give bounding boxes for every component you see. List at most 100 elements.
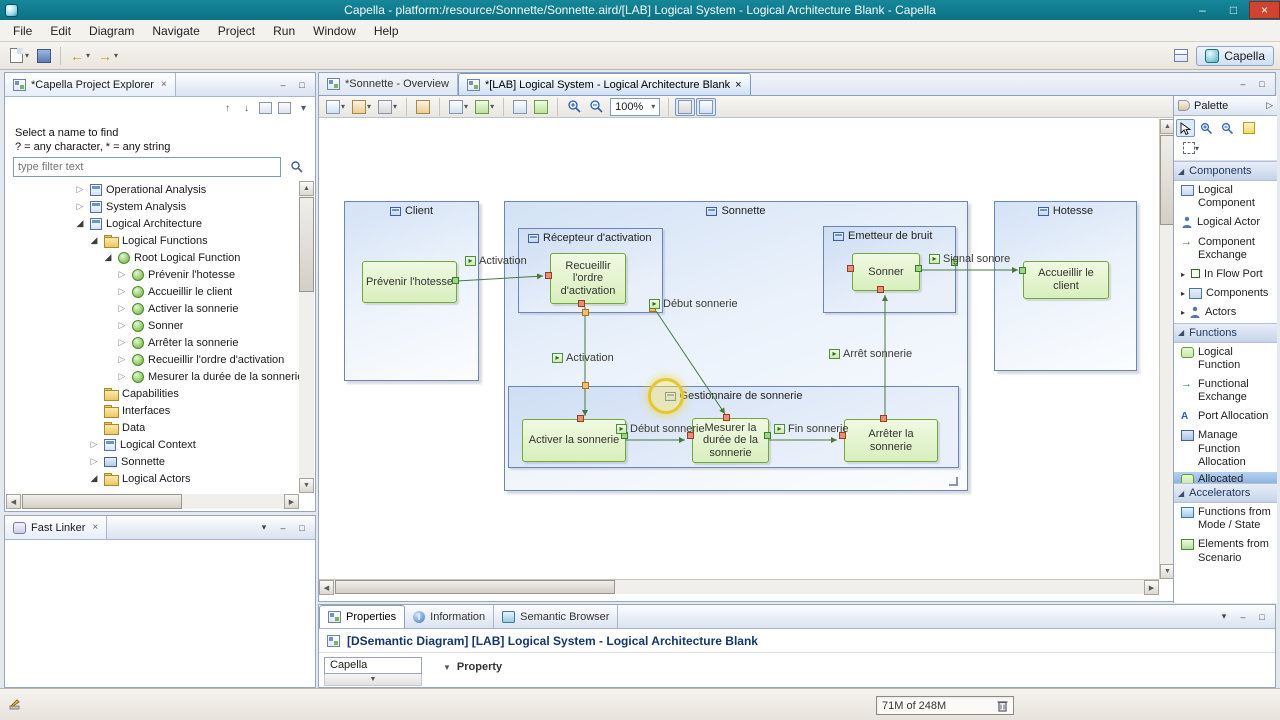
component-port[interactable] — [582, 309, 589, 316]
input-port[interactable] — [577, 415, 584, 422]
palette-tool-port-allocation[interactable]: A Port Allocation — [1174, 407, 1277, 426]
capella-perspective-button[interactable]: Capella — [1196, 46, 1274, 66]
dropdown-caret-icon[interactable]: ▾ — [86, 51, 90, 60]
snap-to-grid-button[interactable] — [696, 98, 716, 116]
input-port[interactable] — [880, 415, 887, 422]
menu-file[interactable]: File — [4, 21, 41, 41]
save-button[interactable] — [33, 45, 55, 67]
view-menu-button[interactable]: ▾ — [1216, 610, 1232, 624]
edge-label-debut-sonnerie-1[interactable]: Début sonnerie — [649, 298, 738, 310]
expand-icon[interactable]: ▷ — [116, 371, 128, 382]
collapse-icon[interactable]: ◢ — [102, 252, 114, 263]
tree-item-system-analysis[interactable]: ▷System Analysis — [6, 198, 299, 215]
search-button[interactable] — [285, 157, 309, 177]
dropdown-caret-icon[interactable]: ▾ — [464, 102, 468, 111]
open-perspective-button[interactable] — [1170, 45, 1192, 67]
dropdown-caret-icon[interactable]: ▾ — [341, 102, 345, 111]
palette-tool-actors-stack[interactable]: ▸ Actors — [1174, 303, 1277, 322]
previous-match-button[interactable]: ↑ — [220, 101, 235, 115]
menu-window[interactable]: Window — [304, 21, 365, 41]
tree-item-prevenir-hotesse[interactable]: ▷Prévenir l'hotesse — [6, 266, 299, 283]
edge-activation-1[interactable] — [457, 276, 543, 281]
stack-arrow-icon[interactable]: ▸ — [1181, 289, 1185, 299]
tree-item-capabilities[interactable]: Capabilities — [6, 385, 299, 402]
tree-horizontal-scrollbar[interactable]: ◀ ▶ — [6, 494, 299, 509]
edge-label-activation-1[interactable]: Activation — [465, 255, 527, 267]
input-port[interactable] — [847, 265, 854, 272]
scroll-down-button[interactable]: ▼ — [299, 478, 314, 493]
scrollbar-thumb[interactable] — [1160, 135, 1174, 225]
fast-linker-tab[interactable]: Fast Linker × — [5, 516, 107, 539]
output-port[interactable] — [764, 432, 771, 439]
palette-zoom-in-tool[interactable] — [1197, 119, 1216, 137]
output-port[interactable] — [452, 277, 459, 284]
close-window-button[interactable]: × — [1249, 1, 1280, 19]
expand-icon[interactable]: ▷ — [74, 201, 86, 212]
menu-diagram[interactable]: Diagram — [80, 21, 143, 41]
palette-section-components[interactable]: ◢ Components — [1174, 161, 1277, 181]
expand-icon[interactable]: ▷ — [88, 439, 100, 450]
input-port[interactable] — [877, 286, 884, 293]
scroll-right-button[interactable]: ▶ — [284, 494, 299, 509]
view-menu-button[interactable]: ▾ — [296, 101, 311, 115]
expand-icon[interactable]: ▷ — [88, 456, 100, 467]
component-port[interactable] — [582, 382, 589, 389]
tree-item-interfaces[interactable]: Interfaces — [6, 402, 299, 419]
back-navigation-button[interactable]: ← ▾ — [66, 45, 94, 67]
minimize-view-button[interactable]: – — [275, 521, 291, 535]
zoom-in-button[interactable] — [564, 97, 585, 116]
palette-zoom-out-tool[interactable] — [1218, 119, 1237, 137]
pin-elements-button[interactable] — [413, 98, 433, 116]
close-view-icon[interactable]: × — [92, 522, 98, 533]
tree-item-activer-sonnerie[interactable]: ▷Activer la sonnerie — [6, 300, 299, 317]
expand-icon[interactable]: ▷ — [74, 184, 86, 195]
menu-project[interactable]: Project — [209, 21, 264, 41]
tab-properties[interactable]: Properties — [319, 605, 405, 628]
expand-icon[interactable]: ▷ — [116, 354, 128, 365]
edge-label-signal-sonore[interactable]: Signal sonore — [929, 253, 1010, 265]
layers-button[interactable] — [531, 98, 551, 116]
tree-item-sonnette[interactable]: ▷Sonnette — [6, 453, 299, 470]
tab-lab-logical-system[interactable]: *[LAB] Logical System - Logical Architec… — [458, 73, 751, 95]
dropdown-caret-icon[interactable]: ▾ — [393, 102, 397, 111]
collapse-icon[interactable]: ◢ — [88, 235, 100, 246]
palette-header[interactable]: Palette ▷ — [1174, 96, 1277, 116]
zoom-level-select[interactable]: 100% ▾ — [610, 98, 660, 116]
palette-pin-icon[interactable]: ▷ — [1266, 100, 1273, 111]
palette-tool-in-flow-port[interactable]: ▸ In Flow Port — [1174, 265, 1277, 284]
menu-run[interactable]: Run — [264, 21, 304, 41]
tree-vertical-scrollbar[interactable]: ▲ ▼ — [299, 181, 314, 493]
tab-sonnette-overview[interactable]: *Sonnette - Overview — [319, 73, 458, 95]
menu-navigate[interactable]: Navigate — [143, 21, 208, 41]
section-twistie-icon[interactable]: ▼ — [443, 663, 451, 672]
export-diagram-button[interactable] — [675, 98, 695, 116]
palette-tool-component-exchange[interactable]: → Component Exchange — [1174, 233, 1277, 265]
collapse-all-button[interactable] — [258, 101, 273, 115]
tab-information[interactable]: Information — [405, 605, 494, 628]
edge-label-activation-2[interactable]: Activation — [552, 352, 614, 364]
minimize-view-button[interactable]: – — [1235, 610, 1251, 624]
align-button[interactable] — [510, 98, 530, 116]
arrange-all-button[interactable]: ▾ — [472, 98, 497, 116]
link-with-editor-button[interactable] — [277, 101, 292, 115]
edge-label-debut-sonnerie-2[interactable]: Début sonnerie — [616, 423, 705, 435]
filters-button[interactable]: ▾ — [349, 98, 374, 116]
filter-text-input[interactable] — [13, 157, 281, 177]
dropdown-caret-icon[interactable]: ▾ — [1195, 144, 1199, 153]
add-related-elements-button[interactable]: ▾ — [323, 98, 348, 116]
palette-tool-components-stack[interactable]: ▸ Components — [1174, 284, 1277, 303]
output-port[interactable] — [915, 265, 922, 272]
expand-icon[interactable]: ▷ — [116, 269, 128, 280]
maximize-window-button[interactable]: □ — [1218, 1, 1249, 19]
palette-tool-logical-component[interactable]: Logical Component — [1174, 181, 1277, 213]
tree-item-operational-analysis[interactable]: ▷Operational Analysis — [6, 181, 299, 198]
tree-item-accueillir-client[interactable]: ▷Accueillir le client — [6, 283, 299, 300]
scroll-left-button[interactable]: ◀ — [6, 494, 21, 509]
palette-tool-logical-actor[interactable]: Logical Actor — [1174, 213, 1277, 232]
palette-tool-allocated[interactable]: Allocated — [1174, 472, 1277, 483]
new-wizard-button[interactable]: ▾ — [6, 45, 33, 67]
dropdown-caret-icon[interactable]: ▾ — [651, 102, 655, 111]
canvas-vertical-scrollbar[interactable]: ▲ ▼ — [1159, 119, 1174, 579]
collapse-icon[interactable]: ◢ — [74, 218, 86, 229]
expand-icon[interactable]: ▷ — [116, 286, 128, 297]
